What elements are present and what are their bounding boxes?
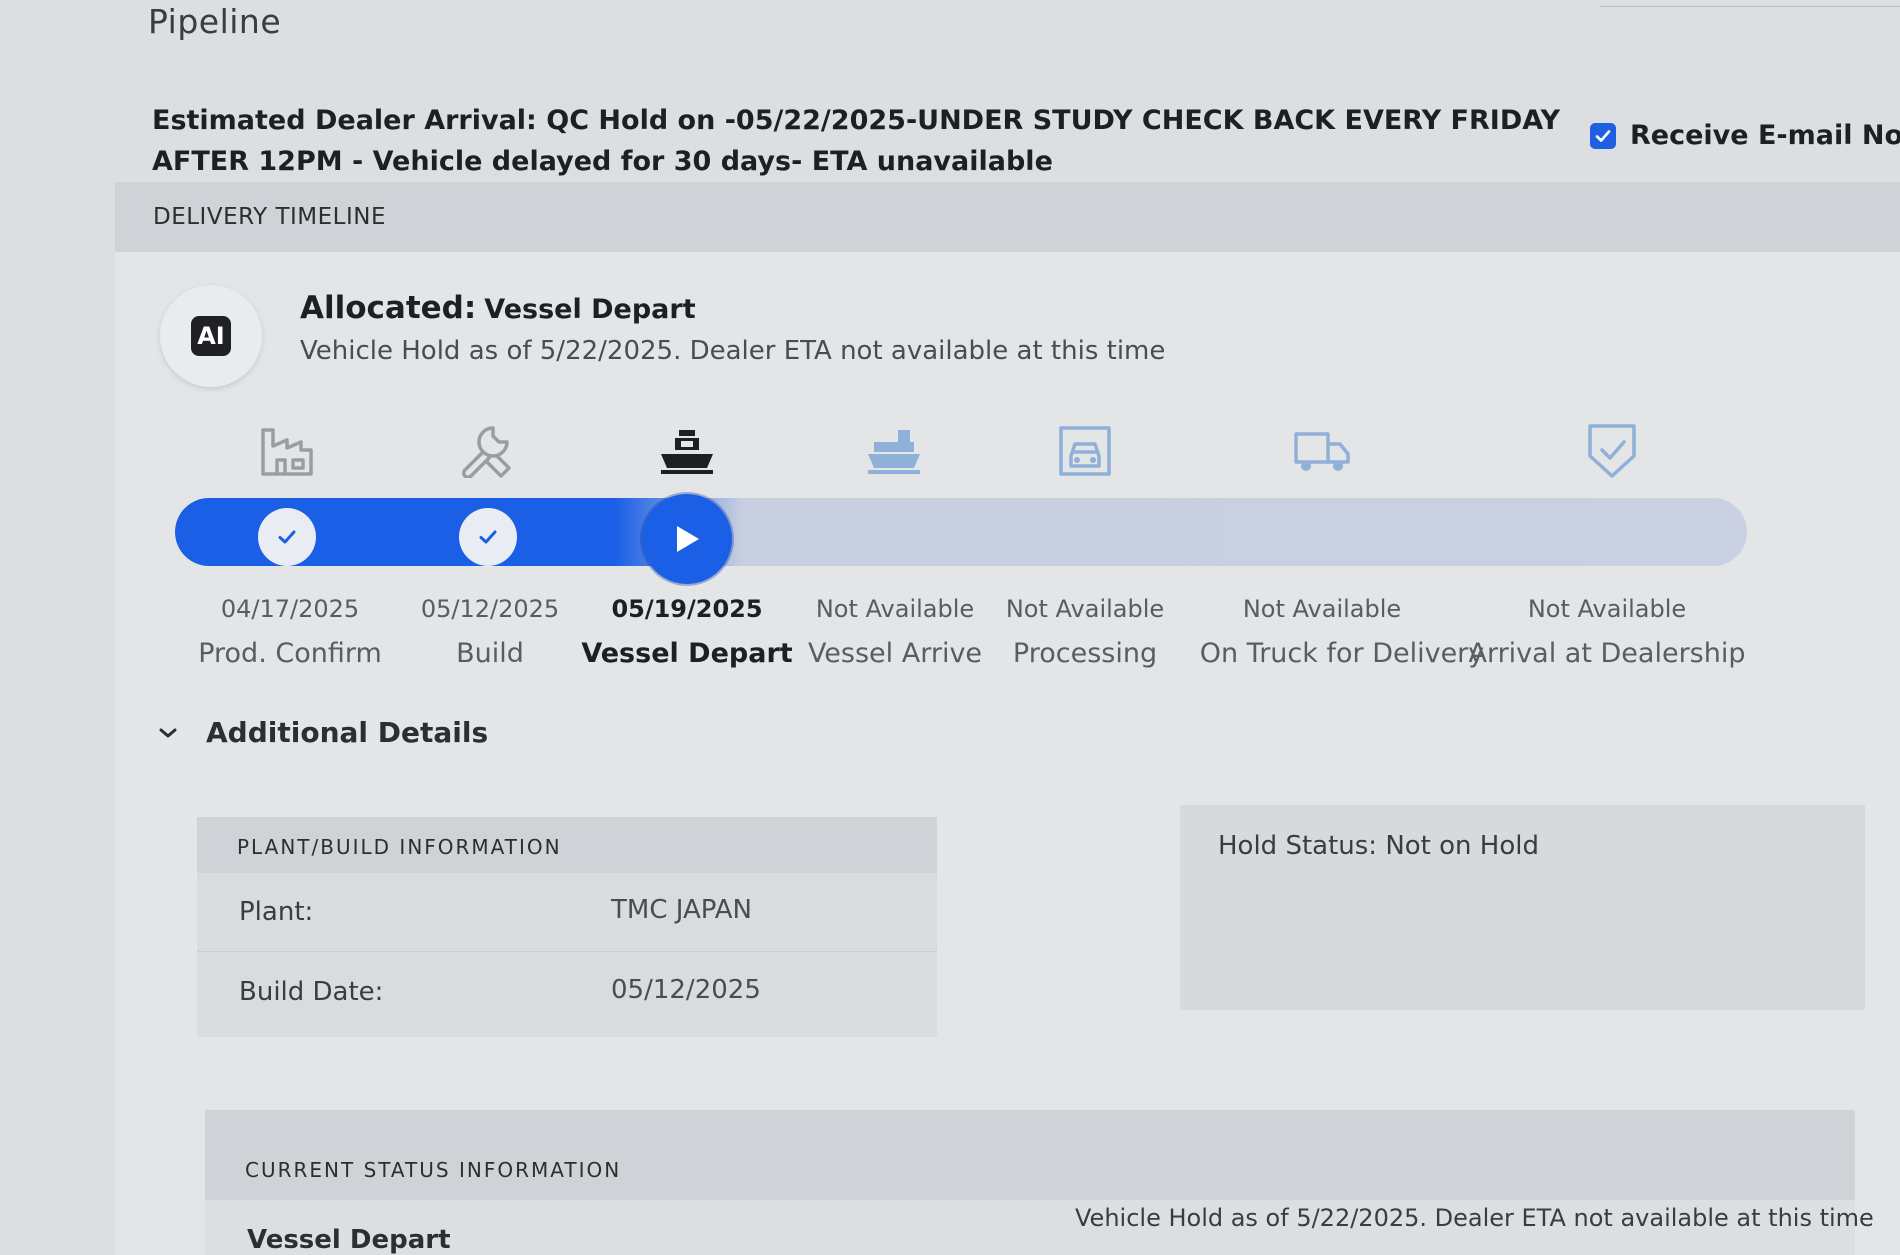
row-value: TMC JAPAN (611, 895, 752, 925)
progress-track (175, 498, 1747, 566)
stage-date: Not Available (1527, 595, 1687, 623)
processing-icon (1053, 420, 1117, 480)
timeline-panel (115, 252, 1900, 1255)
current-status-label: Vessel Depart (247, 1225, 451, 1255)
shield-check-icon (1580, 420, 1644, 480)
stage-date: 04/17/2025 (220, 595, 360, 623)
row-value: 05/12/2025 (611, 975, 761, 1005)
row-label: Build Date: (239, 977, 384, 1007)
stage-date: Not Available (1005, 595, 1165, 623)
additional-details-label: Additional Details (206, 716, 489, 749)
eta-banner: Estimated Dealer Arrival: QC Hold on -05… (152, 105, 1561, 177)
stage-date: 05/19/2025 (611, 595, 763, 623)
status-value: Vessel Depart (484, 294, 696, 325)
check-icon (278, 530, 296, 544)
plant-row: Plant: TMC JAPAN (197, 873, 937, 952)
plant-build-header: PLANT/BUILD INFORMATION (197, 817, 937, 873)
section-title: DELIVERY TIMELINE (153, 204, 387, 230)
play-icon (677, 526, 699, 552)
top-divider (1600, 6, 1900, 7)
plant-build-card: PLANT/BUILD INFORMATION Plant: TMC JAPAN… (197, 817, 937, 1037)
stage-name: On Truck for Delivery (1199, 638, 1485, 669)
plant-build-title: PLANT/BUILD INFORMATION (237, 835, 562, 859)
stage-node-prod-confirm[interactable] (258, 508, 316, 566)
stage-node-vessel-depart[interactable] (642, 494, 732, 584)
ship-arrive-icon (862, 420, 926, 480)
current-status-value: Vehicle Hold as of 5/22/2025. Dealer ETA… (1075, 1204, 1874, 1232)
stage-node-build[interactable] (459, 508, 517, 566)
ship-icon (655, 420, 719, 480)
delivery-timeline-header: DELIVERY TIMELINE (115, 182, 1900, 252)
hold-status-text: Hold Status: Not on Hold (1218, 831, 1539, 861)
current-status-header: CURRENT STATUS INFORMATION (205, 1110, 1855, 1200)
factory-icon (255, 420, 319, 480)
stage-date: Not Available (815, 595, 975, 623)
check-icon (479, 530, 497, 544)
row-label: Plant: (239, 897, 314, 927)
status-label: Allocated: (300, 290, 477, 326)
email-notification-toggle[interactable]: Receive E-mail Notifica (1590, 120, 1900, 151)
stage-name: Arrival at Dealership (1468, 638, 1746, 669)
current-status-title: CURRENT STATUS INFORMATION (245, 1158, 622, 1182)
checkmark-icon (1595, 129, 1611, 142)
stage-date: 05/12/2025 (420, 595, 560, 623)
stage-name: Processing (1012, 638, 1158, 669)
chevron-down-icon (159, 728, 177, 737)
email-notification-label: Receive E-mail Notifica (1630, 120, 1900, 151)
stage-date: Not Available (1242, 595, 1402, 623)
build-date-row: Build Date: 05/12/2025 (197, 953, 937, 1031)
status-heading: Allocated: Vessel Depart (300, 290, 696, 326)
checkbox[interactable] (1590, 122, 1616, 149)
current-status-card: CURRENT STATUS INFORMATION Vessel Depart… (205, 1110, 1874, 1255)
wrench-icon (455, 420, 519, 480)
page-title: Pipeline (148, 2, 282, 41)
ai-icon: AI (191, 316, 231, 356)
hold-status-card: Hold Status: Not on Hold (1180, 805, 1865, 1010)
truck-icon (1290, 420, 1354, 480)
ai-badge: AI (160, 285, 262, 387)
status-description: Vehicle Hold as of 5/22/2025. Dealer ETA… (300, 336, 1166, 366)
additional-details-toggle[interactable]: Additional Details (158, 716, 488, 749)
